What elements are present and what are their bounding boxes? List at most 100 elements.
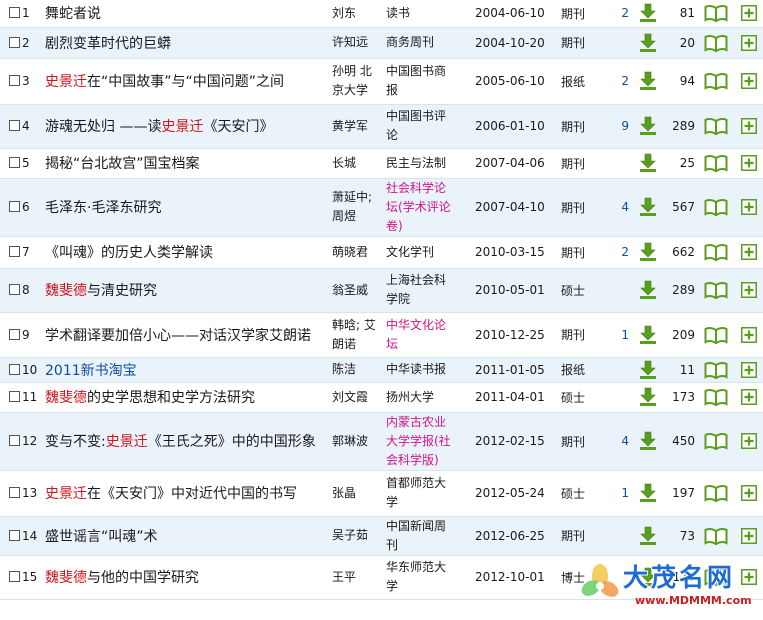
title-link[interactable]: 游魂无处归 ——读史景迁《天安门》	[45, 119, 273, 135]
author-link[interactable]: 周煜	[332, 209, 356, 223]
title-link[interactable]: 史景迁在“中国故事”与“中国问题”之间	[45, 74, 284, 90]
download-arrow-icon[interactable]	[639, 3, 657, 23]
title-link[interactable]: 《叫魂》的历史人类学解读	[45, 245, 213, 261]
row-checkbox[interactable]	[9, 157, 20, 168]
source-link[interactable]: 民主与法制	[386, 156, 446, 170]
row-checkbox[interactable]	[9, 120, 20, 131]
source-link[interactable]: 中国图书评	[386, 109, 446, 123]
source-link[interactable]: 坛	[386, 337, 398, 351]
add-plus-icon[interactable]	[741, 73, 757, 89]
open-book-icon[interactable]	[704, 432, 728, 450]
add-plus-icon[interactable]	[741, 361, 757, 378]
add-plus-icon[interactable]	[741, 282, 757, 298]
open-book-icon[interactable]	[704, 198, 728, 216]
title-link[interactable]: 盛世谣言“叫魂”术	[45, 529, 158, 545]
author-link[interactable]: 吴子茹	[332, 528, 368, 542]
source-link[interactable]: 大学学报(社	[386, 434, 451, 448]
author-link[interactable]: 萌晓君	[332, 245, 368, 259]
source-link[interactable]: 中华文化论	[386, 318, 446, 332]
open-book-icon[interactable]	[704, 388, 728, 406]
author-link[interactable]: 长城	[332, 156, 356, 170]
cited-count[interactable]: 4	[621, 434, 629, 448]
download-arrow-icon[interactable]	[639, 360, 657, 380]
download-arrow-icon[interactable]	[639, 431, 657, 451]
cited-count[interactable]: 1	[621, 328, 629, 342]
author-link[interactable]: 朗诺	[332, 337, 356, 351]
open-book-icon[interactable]	[704, 117, 728, 135]
download-arrow-icon[interactable]	[639, 71, 657, 91]
cited-count[interactable]: 1	[621, 486, 629, 500]
add-plus-icon[interactable]	[741, 389, 757, 405]
row-checkbox[interactable]	[9, 328, 20, 340]
download-arrow-icon[interactable]	[639, 242, 657, 262]
row-checkbox[interactable]	[9, 487, 20, 498]
cited-count[interactable]: 9	[621, 119, 629, 133]
author-link[interactable]: 刘东	[332, 6, 356, 20]
author-link[interactable]: 郭琳波	[332, 434, 368, 448]
add-plus-icon[interactable]	[741, 118, 757, 134]
open-book-icon[interactable]	[704, 484, 728, 502]
author-link[interactable]: 许知远	[332, 35, 368, 49]
source-link[interactable]: 中国图书商	[386, 64, 446, 78]
author-link[interactable]: 刘文霞	[332, 390, 368, 404]
source-link[interactable]: 读书	[386, 6, 410, 20]
row-checkbox[interactable]	[9, 391, 20, 402]
source-link[interactable]: 学	[386, 579, 398, 593]
author-link[interactable]: 孙明 北	[332, 64, 372, 78]
open-book-icon[interactable]	[704, 34, 728, 52]
author-link[interactable]: 萧延中;	[332, 190, 372, 204]
title-link[interactable]: 舞蛇者说	[45, 6, 101, 22]
open-book-icon[interactable]	[704, 281, 728, 299]
download-arrow-icon[interactable]	[639, 197, 657, 217]
title-link[interactable]: 揭秘“台北故宫”国宝档案	[45, 156, 200, 172]
download-arrow-icon[interactable]	[639, 526, 657, 546]
source-link[interactable]: 上海社会科	[386, 273, 446, 287]
source-link[interactable]: 扬州大学	[386, 390, 434, 404]
source-link[interactable]: 卷)	[386, 219, 403, 233]
source-link[interactable]: 首都师范大	[386, 476, 446, 490]
cited-count[interactable]: 2	[621, 245, 629, 259]
row-checkbox[interactable]	[9, 284, 20, 295]
row-checkbox[interactable]	[9, 75, 20, 86]
add-plus-icon[interactable]	[741, 527, 757, 544]
download-arrow-icon[interactable]	[639, 153, 657, 173]
add-plus-icon[interactable]	[741, 5, 757, 22]
title-link[interactable]: 学术翻译要加倍小心——对话汉学家艾朗诺	[45, 328, 311, 344]
row-checkbox[interactable]	[9, 363, 20, 375]
author-link[interactable]: 陈洁	[332, 362, 356, 376]
cited-count[interactable]: 4	[621, 200, 629, 214]
open-book-icon[interactable]	[704, 154, 728, 172]
open-book-icon[interactable]	[704, 243, 728, 261]
source-link[interactable]: 商务周刊	[386, 35, 434, 49]
title-link[interactable]: 变与不变:史景迁《王氏之死》中的中国形象	[45, 434, 316, 450]
author-link[interactable]: 黄学军	[332, 119, 368, 133]
row-checkbox[interactable]	[9, 36, 20, 48]
download-arrow-icon[interactable]	[639, 387, 657, 407]
add-plus-icon[interactable]	[741, 485, 757, 501]
row-checkbox[interactable]	[9, 529, 20, 541]
source-link[interactable]: 论	[386, 128, 398, 142]
download-arrow-icon[interactable]	[639, 325, 657, 345]
download-arrow-icon[interactable]	[639, 116, 657, 136]
add-plus-icon[interactable]	[741, 326, 757, 343]
title-link[interactable]: 魏斐德的史学思想和史学方法研究	[45, 390, 255, 406]
source-link[interactable]: 学院	[386, 292, 410, 306]
title-link[interactable]: 剧烈变革时代的巨蟒	[45, 36, 171, 52]
cited-count[interactable]: 2	[621, 6, 629, 20]
source-link[interactable]: 中华读书报	[386, 362, 446, 376]
cited-count[interactable]: 2	[621, 74, 629, 88]
source-link[interactable]: 学	[386, 495, 398, 509]
source-link[interactable]: 报	[386, 83, 398, 97]
title-link[interactable]: 史景迁在《天安门》中对近代中国的书写	[45, 486, 297, 502]
download-arrow-icon[interactable]	[639, 33, 657, 53]
open-book-icon[interactable]	[704, 326, 728, 344]
title-link[interactable]: 魏斐德与清史研究	[45, 283, 157, 299]
author-link[interactable]: 翁圣威	[332, 283, 368, 297]
title-link[interactable]: 魏斐德与他的中国学研究	[45, 570, 199, 586]
source-link[interactable]: 内蒙古农业	[386, 415, 446, 429]
source-link[interactable]: 社会科学论	[386, 181, 446, 195]
add-plus-icon[interactable]	[741, 199, 757, 215]
open-book-icon[interactable]	[704, 527, 728, 545]
title-link[interactable]: 2011新书淘宝	[45, 363, 137, 379]
add-plus-icon[interactable]	[741, 433, 757, 449]
